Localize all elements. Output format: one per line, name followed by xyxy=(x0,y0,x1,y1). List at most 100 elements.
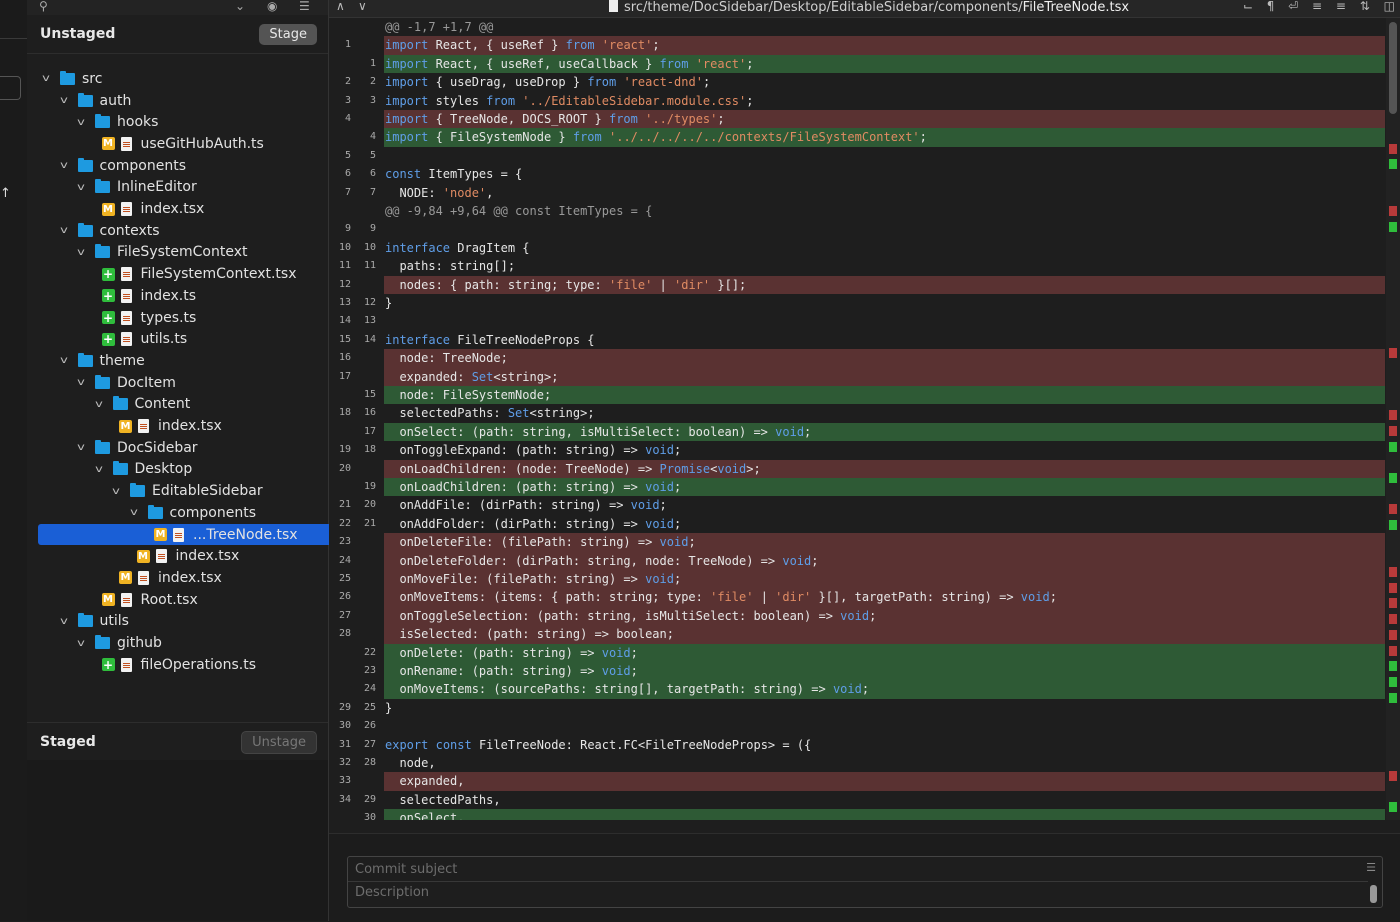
chevron-down-icon[interactable]: v xyxy=(56,160,72,171)
search-icon[interactable]: ⚲ xyxy=(39,0,48,13)
collapse-all-icon[interactable]: ⌄ xyxy=(235,0,245,13)
diff-deleted-line[interactable]: 26 onMoveItems: (items: { path: string; … xyxy=(329,588,1385,607)
tree-folder[interactable]: v theme xyxy=(27,350,359,372)
diff-hunk-header[interactable]: @@ -1,7 +1,7 @@ xyxy=(329,18,1385,36)
diff-context-line[interactable]: 18 16 selectedPaths: Set<string>; xyxy=(329,404,1385,422)
stage-button[interactable]: Stage xyxy=(259,23,317,45)
folder-icon xyxy=(77,613,93,628)
diff-context-line[interactable]: 34 29 selectedPaths, xyxy=(329,791,1385,809)
diff-context-line[interactable]: 6 6 const ItemTypes = { xyxy=(329,165,1385,183)
diff-added-line[interactable]: 19 onLoadChildren: (path: string) => voi… xyxy=(329,478,1385,497)
diff-deleted-line[interactable]: 1 import React, { useRef } from 'react'; xyxy=(329,36,1385,55)
chevron-down-icon[interactable]: v xyxy=(73,182,89,193)
diff-added-line[interactable]: 4 import { FileSystemNode } from '../../.… xyxy=(329,128,1385,147)
diff-added-line[interactable]: 23 onRename: (path: string) => void; xyxy=(329,662,1385,681)
diff-deleted-line[interactable]: 16 node: TreeNode; xyxy=(329,349,1385,368)
commit-message-box[interactable]: Commit subject ☰ Description xyxy=(347,856,1383,908)
minimap-scroll-thumb[interactable] xyxy=(1389,22,1397,114)
diff-context-line[interactable]: 7 7 NODE: 'node', xyxy=(329,184,1385,202)
tree-folder[interactable]: v hooks xyxy=(27,111,376,133)
diff-deleted-line[interactable]: 12 nodes: { path: string; type: 'file' |… xyxy=(329,275,1385,294)
diff-added-line[interactable]: 30 onSelect, xyxy=(329,809,1385,820)
diff-view: ∧ ∨ src/theme/DocSidebar/Desktop/Editabl… xyxy=(329,0,1400,922)
tree-folder[interactable]: v utils xyxy=(27,611,359,633)
diff-context-line[interactable]: 99 xyxy=(329,220,1385,238)
diff-context-line[interactable]: 21 20 onAddFile: (dirPath: string) => voi… xyxy=(329,496,1385,514)
diff-deleted-line[interactable]: 24 onDeleteFolder: (dirPath: string, nod… xyxy=(329,551,1385,570)
diff-deleted-line[interactable]: 27 onToggleSelection: (path: string, isM… xyxy=(329,606,1385,626)
chevron-down-icon[interactable]: v xyxy=(56,616,72,627)
diff-context-line[interactable]: 13 12} xyxy=(329,294,1385,312)
tree-item-label: index.tsx xyxy=(158,569,222,586)
tree-folder[interactable]: v auth xyxy=(27,90,359,112)
chevron-down-icon[interactable]: v xyxy=(38,73,54,84)
description-scrollbar[interactable] xyxy=(1370,885,1377,903)
diff-deleted-line[interactable]: 33 expanded, xyxy=(329,772,1385,791)
tree-folder[interactable]: v InlineEditor xyxy=(27,177,376,199)
unstage-button[interactable]: Unstage xyxy=(241,730,317,754)
old-line-number: 15 xyxy=(338,333,351,345)
diff-context-line[interactable]: 14 13 xyxy=(329,312,1385,330)
file-icon xyxy=(120,267,132,282)
chevron-down-icon[interactable]: v xyxy=(56,355,72,366)
diff-deleted-line[interactable]: 4 import { TreeNode, DOCS_ROOT } from '..… xyxy=(329,110,1385,129)
eye-icon[interactable]: ◉ xyxy=(267,0,277,13)
diff-context-line[interactable]: 30 26 xyxy=(329,717,1385,735)
diff-deleted-line[interactable]: 25 onMoveFile: (filePath: string) => voi… xyxy=(329,570,1385,589)
chevron-down-icon[interactable]: v xyxy=(108,486,124,497)
chevron-down-icon[interactable]: v xyxy=(73,377,89,388)
chevron-down-icon[interactable]: v xyxy=(73,247,89,258)
diff-deleted-line[interactable]: 28 isSelected: (path: string) => boolean… xyxy=(329,625,1385,644)
diff-added-line[interactable]: 24 onMoveItems: (sourcePaths: string[], … xyxy=(329,680,1385,699)
commit-description-input[interactable]: Description xyxy=(355,885,429,900)
code-text: interface DragItem { xyxy=(385,240,530,255)
commit-subject-input[interactable]: Commit subject xyxy=(355,862,457,877)
diff-added-line[interactable]: 15 node: FileSystemNode; xyxy=(329,386,1385,405)
diff-toolbar[interactable]: ⌙ ¶ ⏎ ≡ ≡ ⇅ ◫ xyxy=(1243,0,1400,13)
old-line-number: 22 xyxy=(338,517,351,529)
old-line-number: 4 xyxy=(344,113,351,124)
diff-context-line[interactable]: 55 xyxy=(329,147,1385,165)
folder-icon xyxy=(95,374,110,389)
tree-folder[interactable]: v contexts xyxy=(27,220,359,242)
chevron-down-icon[interactable]: v xyxy=(91,464,107,475)
tree-folder[interactable]: v FileSystemContext xyxy=(27,242,376,264)
diff-context-line[interactable]: 29 25} xyxy=(329,699,1385,717)
diff-minimap[interactable] xyxy=(1386,18,1400,820)
diff-added-line[interactable]: 1 import React, { useRef, useCallback } f… xyxy=(329,54,1385,74)
diff-context-line[interactable]: 31 27 export const FileTreeNode: React.FC<… xyxy=(329,736,1385,754)
chevron-up-icon[interactable]: ∧ xyxy=(336,0,345,13)
diff-context-line[interactable]: 19 18 onToggleExpand: (path: string) => v… xyxy=(329,441,1385,459)
tree-folder[interactable]: v src xyxy=(27,68,341,90)
diff-deleted-line[interactable]: 17 expanded: Set<string>; xyxy=(329,367,1385,386)
chevron-down-icon[interactable]: v xyxy=(73,442,89,453)
chevron-down-icon[interactable]: v xyxy=(91,399,107,410)
chevron-down-icon[interactable]: ∨ xyxy=(358,0,367,13)
diff-context-line[interactable]: 22 21 onAddFolder: (dirPath: string) => v… xyxy=(329,515,1385,533)
diff-deleted-line[interactable]: 23 onDeleteFile: (filePath: string) => v… xyxy=(329,533,1385,552)
chevron-down-icon[interactable]: v xyxy=(73,638,89,649)
diff-context-line[interactable]: 11 11 paths: string[]; xyxy=(329,257,1385,275)
diff-deleted-line[interactable]: 20 onLoadChildren: (node: TreeNode) => P… xyxy=(329,459,1385,478)
minimap-deleted-marker xyxy=(1389,206,1397,217)
tree-folder[interactable]: v github xyxy=(27,632,376,654)
tree-folder[interactable]: v DocItem xyxy=(27,372,376,394)
diff-context-line[interactable]: 32 28 node, xyxy=(329,754,1385,772)
diff-context-line[interactable]: 2 2 import { useDrag, useDrop } from 'reac… xyxy=(329,73,1385,91)
code-text: NODE: 'node', xyxy=(385,185,494,200)
chevron-down-icon[interactable]: v xyxy=(56,225,72,236)
tree-folder[interactable]: v components xyxy=(27,155,359,177)
diff-added-line[interactable]: 17 onSelect: (path: string, isMultiSelec… xyxy=(329,422,1385,442)
chevron-down-icon[interactable]: v xyxy=(126,507,142,518)
menu-icon[interactable]: ☰ xyxy=(1366,861,1376,874)
diff-context-line[interactable]: 3 3 import styles from '../EditableSidebar… xyxy=(329,92,1385,110)
diff-hunk-header[interactable]: @@ -9,84 +9,64 @@ const ItemTypes = { xyxy=(329,202,1385,220)
diff-context-line[interactable]: 15 14 interface FileTreeNodeProps { xyxy=(329,331,1385,349)
collapsed-panel-tab[interactable] xyxy=(0,76,21,100)
diff-added-line[interactable]: 22 onDelete: (path: string) => void; xyxy=(329,643,1385,662)
tree-folder[interactable]: v DocSidebar xyxy=(27,437,376,459)
diff-context-line[interactable]: 10 10 interface DragItem { xyxy=(329,239,1385,257)
list-view-icon[interactable]: ☰ xyxy=(299,0,310,13)
chevron-down-icon[interactable]: v xyxy=(73,117,89,128)
chevron-down-icon[interactable]: v xyxy=(56,95,72,106)
